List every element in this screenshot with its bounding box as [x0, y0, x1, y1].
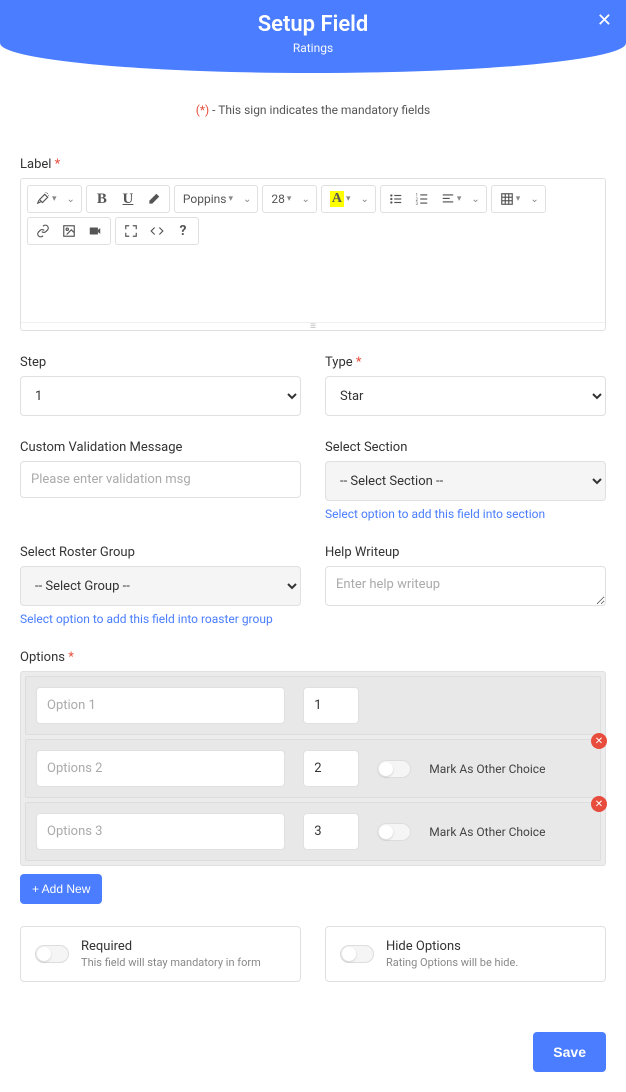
- font-family-select[interactable]: Poppins ▾: [177, 186, 239, 212]
- option-name-input[interactable]: [36, 687, 285, 724]
- option-row: Mark As Other Choice✕: [25, 739, 601, 798]
- code-view-icon[interactable]: [144, 218, 170, 244]
- section-label: Select Section: [325, 440, 606, 455]
- remove-option-button[interactable]: ✕: [591, 796, 607, 812]
- label-label: Label: [20, 157, 51, 172]
- hide-title: Hide Options: [386, 939, 518, 954]
- hide-desc: Rating Options will be hide.: [386, 956, 518, 969]
- step-label: Step: [20, 355, 301, 370]
- mark-other-toggle[interactable]: [377, 760, 411, 778]
- step-select[interactable]: 1: [20, 376, 301, 416]
- section-select[interactable]: -- Select Section --: [325, 461, 606, 501]
- editor-toolbar: ▾ ⌄ B U Poppins ▾ ⌄ 28 ▾ ⌄ A ▾ ⌄: [21, 179, 605, 247]
- video-icon[interactable]: [82, 218, 108, 244]
- color-more[interactable]: ⌄: [356, 194, 372, 205]
- remove-option-button[interactable]: ✕: [591, 733, 607, 749]
- save-button[interactable]: Save: [533, 1032, 606, 1072]
- mandatory-note: (*) - This sign indicates the mandatory …: [20, 103, 606, 117]
- hide-options-card: Hide Options Rating Options will be hide…: [325, 926, 606, 982]
- paragraph-more[interactable]: ⌄: [467, 194, 483, 205]
- option-value-input[interactable]: [303, 813, 359, 850]
- font-size-more[interactable]: ⌄: [297, 194, 313, 205]
- bold-button[interactable]: B: [89, 186, 115, 212]
- options-container: Mark As Other Choice✕Mark As Other Choic…: [20, 671, 606, 866]
- help-label: Help Writeup: [325, 545, 606, 560]
- option-name-input[interactable]: [36, 813, 285, 850]
- underline-button[interactable]: U: [115, 186, 141, 212]
- roster-hint: Select option to add this field into roa…: [20, 612, 301, 626]
- table-more[interactable]: ⌄: [526, 194, 542, 205]
- help-writeup-input[interactable]: [325, 566, 606, 606]
- required-title: Required: [81, 939, 261, 954]
- image-icon[interactable]: [56, 218, 82, 244]
- align-icon[interactable]: ▾: [435, 186, 468, 212]
- font-size-select[interactable]: 28 ▾: [265, 186, 297, 212]
- section-hint: Select option to add this field into sec…: [325, 507, 606, 521]
- rich-text-editor: ▾ ⌄ B U Poppins ▾ ⌄ 28 ▾ ⌄ A ▾ ⌄: [20, 178, 606, 331]
- add-new-button[interactable]: + Add New: [20, 874, 102, 904]
- mandatory-text: - This sign indicates the mandatory fiel…: [209, 103, 430, 117]
- required-indicator: *: [55, 157, 61, 172]
- magic-icon[interactable]: ▾: [30, 186, 63, 212]
- roster-label: Select Roster Group: [20, 545, 301, 560]
- mark-other-label: Mark As Other Choice: [429, 762, 545, 776]
- required-toggle[interactable]: [35, 945, 69, 963]
- page-title: Setup Field: [0, 12, 626, 37]
- ordered-list-icon[interactable]: 123: [409, 186, 435, 212]
- unordered-list-icon[interactable]: [383, 186, 409, 212]
- modal-header: Setup Field Ratings ✕: [0, 0, 626, 73]
- required-card: Required This field will stay mandatory …: [20, 926, 301, 982]
- link-icon[interactable]: [30, 218, 56, 244]
- hide-options-toggle[interactable]: [340, 945, 374, 963]
- fullscreen-icon[interactable]: [118, 218, 144, 244]
- option-value-input[interactable]: [303, 750, 359, 787]
- required-desc: This field will stay mandatory in form: [81, 956, 261, 969]
- type-label: Type: [325, 355, 353, 370]
- options-label: Options: [20, 650, 65, 665]
- type-select[interactable]: Star: [325, 376, 606, 416]
- option-name-input[interactable]: [36, 750, 285, 787]
- font-family-more[interactable]: ⌄: [239, 194, 255, 205]
- roster-select[interactable]: -- Select Group --: [20, 566, 301, 606]
- required-indicator: *: [68, 650, 74, 665]
- text-color-button[interactable]: A ▾: [324, 186, 357, 212]
- option-row: [25, 676, 601, 735]
- style-dropdown[interactable]: ⌄: [63, 194, 79, 205]
- help-icon[interactable]: ?: [170, 218, 196, 244]
- editor-resize-handle[interactable]: [21, 322, 605, 330]
- option-row: Mark As Other Choice✕: [25, 802, 601, 861]
- table-icon[interactable]: ▾: [494, 186, 527, 212]
- required-indicator: *: [356, 355, 362, 370]
- validation-input[interactable]: [20, 461, 301, 498]
- eraser-icon[interactable]: [141, 186, 167, 212]
- close-button[interactable]: ✕: [597, 10, 612, 31]
- editor-content[interactable]: [21, 247, 605, 322]
- option-value-input[interactable]: [303, 687, 359, 724]
- mark-other-toggle[interactable]: [377, 823, 411, 841]
- validation-label: Custom Validation Message: [20, 440, 301, 455]
- page-subtitle: Ratings: [0, 41, 626, 55]
- svg-text:3: 3: [415, 201, 418, 206]
- mark-other-label: Mark As Other Choice: [429, 825, 545, 839]
- mandatory-star: (*): [196, 103, 209, 117]
